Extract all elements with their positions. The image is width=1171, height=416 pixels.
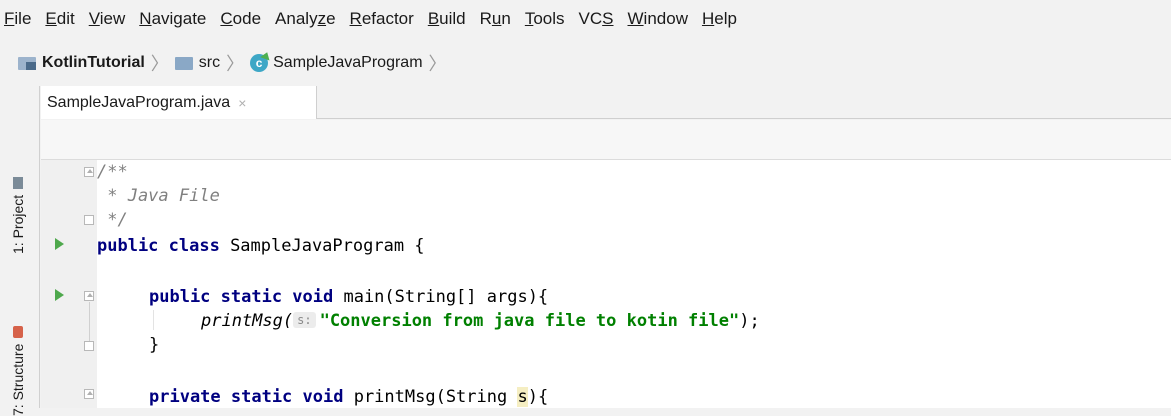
tab-title: SampleJavaProgram.java	[47, 93, 231, 111]
menu-item[interactable]: VCS	[579, 9, 614, 29]
project-icon	[13, 176, 23, 189]
breadcrumb-src-label: src	[198, 54, 221, 71]
breadcrumb: KotlinTutorial 〉 src 〉 c SampleJavaProgr…	[0, 44, 1171, 82]
code-editor[interactable]: /** * Java File */ public class SampleJa…	[97, 160, 1171, 408]
fold-guide	[89, 302, 90, 342]
menu-item-text: dit	[56, 9, 75, 28]
structure-icon	[13, 325, 23, 338]
menu-item-text: ools	[533, 9, 565, 28]
code-text: main(String[] args){	[333, 287, 549, 307]
menu-item-text: VC	[578, 9, 603, 28]
method-call: printMsg(	[201, 311, 294, 331]
menu-item-mnemonic: C	[220, 9, 233, 28]
project-tool-label: 1: Project	[10, 194, 26, 254]
breadcrumb-project-label: KotlinTutorial	[42, 54, 145, 71]
menu-item-mnemonic: V	[88, 9, 100, 28]
code-line-1: /**	[97, 162, 128, 182]
menu-item-text: n	[501, 9, 511, 28]
java-class-icon: c	[250, 54, 269, 72]
breadcrumb-separator-icon: 〉	[226, 54, 245, 74]
menu-item-mnemonic: N	[139, 9, 152, 28]
menu-item-mnemonic: z	[317, 9, 327, 28]
menu-item-mnemonic: W	[627, 9, 644, 28]
fold-toggle-icon[interactable]	[84, 389, 94, 399]
keyword: public static void	[149, 287, 334, 307]
close-icon[interactable]: ×	[238, 95, 246, 111]
run-class-icon[interactable]	[55, 238, 64, 250]
menu-item-mnemonic: S	[602, 9, 614, 28]
menu-item-mnemonic: E	[45, 9, 57, 28]
structure-tool-label: 7: Structure	[10, 343, 26, 416]
code-line-2: * Java File	[97, 186, 220, 206]
menu-item-mnemonic: B	[427, 9, 440, 28]
left-tool-strip: 1: Project 7: Structure	[0, 86, 40, 416]
menu-item[interactable]: Run	[480, 9, 511, 29]
menu-item[interactable]: Build	[428, 9, 466, 29]
fold-toggle-icon[interactable]	[84, 167, 94, 177]
parameter-hint: s:	[293, 312, 316, 328]
menu-item-text: elp	[714, 9, 737, 28]
project-tool-button[interactable]: 1: Project	[10, 176, 26, 254]
editor-gutter	[41, 160, 97, 408]
menu-item-mnemonic: H	[701, 9, 715, 28]
menu-item[interactable]: File	[4, 9, 31, 29]
code-text: SampleJavaProgram {	[219, 236, 425, 256]
code-text: printMsg(String	[343, 387, 518, 407]
menu-bar: File Edit View Navigate Code Analyze Refactor B…	[0, 0, 1171, 38]
menu-item-mnemonic: u	[491, 9, 502, 28]
menu-item-text: ile	[14, 9, 32, 28]
code-line-4: public class SampleJavaProgram {	[97, 234, 425, 258]
run-main-icon[interactable]	[55, 289, 64, 301]
menu-item[interactable]: Window	[628, 9, 688, 29]
breadcrumb-src[interactable]: src	[174, 54, 221, 72]
code-line-8: }	[149, 335, 160, 355]
menu-item[interactable]: Help	[702, 9, 737, 29]
breadcrumb-separator-icon: 〉	[150, 54, 169, 74]
menu-item-text: avigate	[151, 9, 207, 28]
code-line-3: */	[97, 210, 128, 230]
menu-item-text: e	[326, 9, 336, 28]
menu-item-text: Analy	[275, 9, 318, 28]
menu-item-text: ode	[232, 9, 262, 28]
menu-item-text: efactor	[361, 9, 414, 28]
menu-item-text: uild	[439, 9, 466, 28]
editor-tab-bar: SampleJavaProgram.java ×	[41, 86, 1171, 119]
breadcrumb-file[interactable]: c SampleJavaProgram	[250, 54, 423, 72]
menu-item-text: iew	[99, 9, 126, 28]
menu-item-mnemonic: F	[4, 9, 15, 28]
menu-item-text: R	[479, 9, 492, 28]
fold-end-icon[interactable]	[84, 215, 94, 225]
project-folder-icon	[18, 56, 36, 70]
menu-item[interactable]: Navigate	[139, 9, 206, 29]
menu-item[interactable]: View	[89, 9, 126, 29]
string-literal: "Conversion from java file to kotin file…	[319, 311, 740, 331]
editor-header-area	[41, 120, 1171, 160]
code-line-7: printMsg(s: "Conversion from java file to…	[201, 309, 760, 333]
code-text: );	[739, 311, 760, 331]
menu-item[interactable]: Edit	[45, 9, 74, 29]
tab-samplejavaprogram[interactable]: SampleJavaProgram.java ×	[41, 86, 317, 119]
code-line-10: private static void printMsg(String s){	[149, 385, 548, 409]
keyword: public class	[97, 236, 220, 256]
menu-item[interactable]: Tools	[525, 9, 565, 29]
highlighted-parameter: s	[517, 387, 528, 407]
fold-toggle-icon[interactable]	[84, 291, 94, 301]
indent-guide	[153, 310, 154, 330]
fold-end-icon[interactable]	[84, 341, 94, 351]
breadcrumb-separator-icon: 〉	[428, 54, 447, 74]
code-line-6: public static void main(String[] args){	[149, 285, 548, 309]
keyword: private static void	[149, 387, 344, 407]
menu-item[interactable]: Code	[220, 9, 261, 29]
menu-item[interactable]: Refactor	[350, 9, 414, 29]
code-text: ){	[527, 387, 549, 407]
breadcrumb-file-label: SampleJavaProgram	[273, 54, 423, 71]
menu-item-text: indow	[643, 9, 688, 28]
structure-tool-button[interactable]: 7: Structure	[10, 325, 26, 416]
menu-item[interactable]: Analyze	[275, 9, 336, 29]
menu-item-mnemonic: R	[349, 9, 362, 28]
folder-icon	[174, 56, 193, 70]
breadcrumb-project[interactable]: KotlinTutorial	[18, 54, 145, 72]
